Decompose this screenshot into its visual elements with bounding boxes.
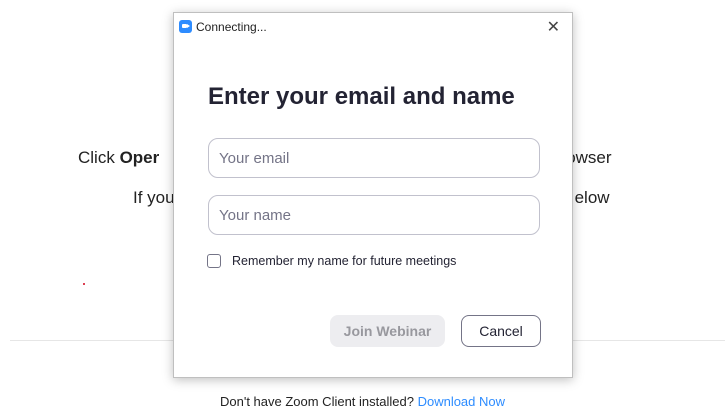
remember-name-option[interactable]: Remember my name for future meetings xyxy=(207,254,456,268)
close-icon[interactable]: ✕ xyxy=(547,17,560,37)
red-dot xyxy=(83,283,85,285)
dialog-title: Connecting... xyxy=(196,20,267,34)
footer-text: Don't have Zoom Client installed? xyxy=(219,394,418,409)
zoom-app-icon xyxy=(179,20,192,33)
join-dialog: Connecting... ✕ Enter your email and nam… xyxy=(173,12,573,378)
instruction-line-2-suffix: elow xyxy=(574,188,610,207)
cancel-button[interactable]: Cancel xyxy=(461,315,541,347)
dialog-titlebar: Connecting... ✕ xyxy=(174,13,572,41)
remember-name-checkbox[interactable] xyxy=(207,254,221,268)
email-field[interactable] xyxy=(208,138,540,178)
footer: Don't have Zoom Client installed? Downlo… xyxy=(0,394,725,409)
download-now-link[interactable]: Download Now xyxy=(418,394,505,409)
instruction-line-2-prefix: If you xyxy=(133,188,175,207)
join-webinar-button[interactable]: Join Webinar xyxy=(330,315,445,347)
dialog-heading: Enter your email and name xyxy=(208,83,515,110)
instruction-line-1-bold: Oper xyxy=(119,148,160,167)
remember-name-label[interactable]: Remember my name for future meetings xyxy=(232,254,456,268)
instruction-line-1-prefix: Click xyxy=(78,148,120,167)
name-field[interactable] xyxy=(208,195,540,235)
